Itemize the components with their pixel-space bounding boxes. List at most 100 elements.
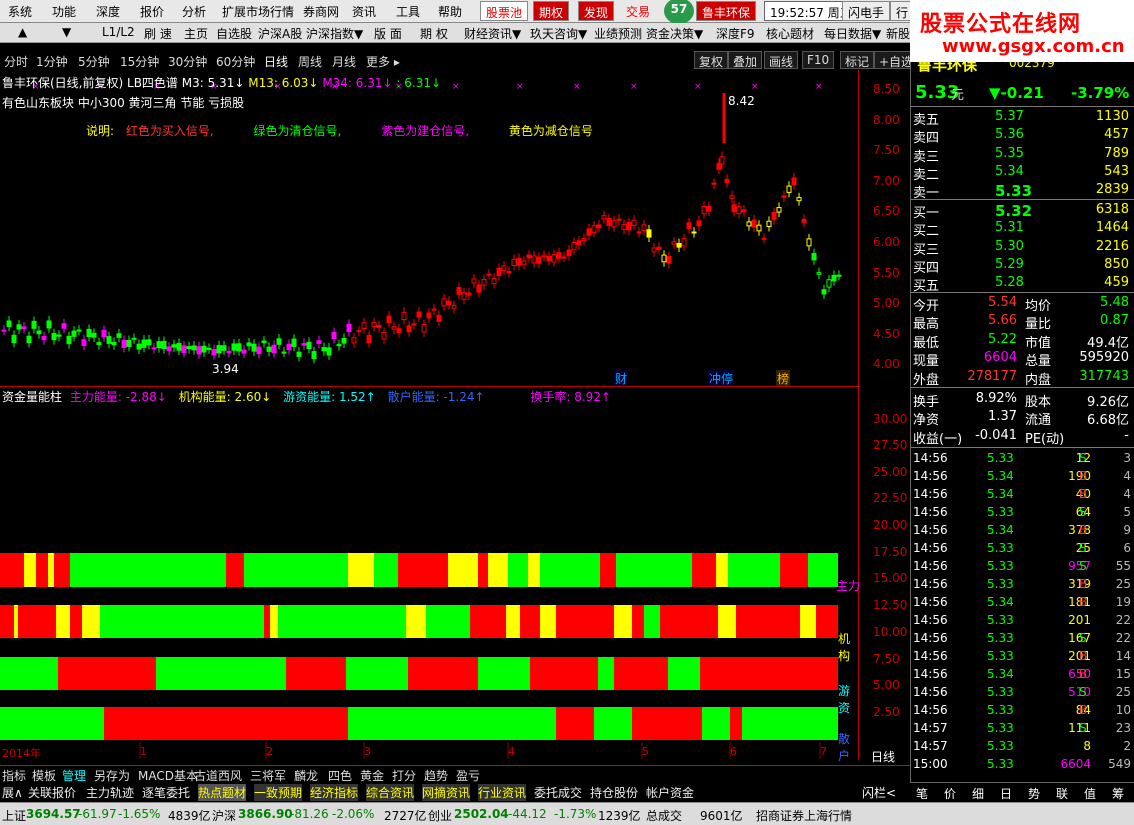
menu-analysis[interactable]: 分析 xyxy=(182,3,206,20)
current-stock-tag[interactable]: 鲁丰环保 xyxy=(696,1,757,21)
tab-hot-theme[interactable]: 热点题材 xyxy=(198,784,247,801)
tab-main-track[interactable]: 主力轨迹 xyxy=(86,784,134,801)
tab-account-funds[interactable]: 帐户资金 xyxy=(646,784,694,801)
kline-chart[interactable]: × × × × × × × × × × × × × × 鲁丰环保(日线,前复权) LB四色谱 M3: 5.… xyxy=(0,70,860,387)
tab-industry-news[interactable]: 行业资讯 xyxy=(478,784,527,801)
core-theme-button[interactable]: 核心题材 xyxy=(766,25,814,42)
level-toggle[interactable]: L1/L2 xyxy=(102,25,135,39)
tab-expand[interactable]: 展∧ xyxy=(2,784,23,801)
home-button[interactable]: 主页 xyxy=(184,25,208,42)
tick-price: 5.34 xyxy=(987,487,1014,501)
menu-tools[interactable]: 工具 xyxy=(396,3,420,20)
scroll-down-button[interactable]: ▼ xyxy=(62,25,71,39)
candle-body xyxy=(511,258,517,267)
tab-15min[interactable]: 15分钟 xyxy=(120,53,159,70)
tab-more[interactable]: 更多 ▸ xyxy=(366,53,400,70)
jiutian-button[interactable]: 玖天咨询▼ xyxy=(530,25,587,42)
tab-chips[interactable]: 筹 xyxy=(1112,785,1124,802)
indicator-tabs: 指标 模板 管理 另存为 MACD基本 古道西风 三将军 麟龙 四色 黄金 打分… xyxy=(0,765,910,783)
tab-gold[interactable]: 黄金 xyxy=(360,767,384,784)
earnings-forecast-button[interactable]: 业绩预测 xyxy=(594,25,642,42)
tab-weekly[interactable]: 周线 xyxy=(298,53,322,70)
tab-ticks[interactable]: 笔 xyxy=(916,785,928,802)
menu-quote[interactable]: 报价 xyxy=(140,3,164,20)
a-shares-button[interactable]: 沪深A股 xyxy=(258,25,302,42)
tab-link[interactable]: 联 xyxy=(1056,785,1068,802)
tab-four-color[interactable]: 四色 xyxy=(328,767,352,784)
price-tick: 7.00 xyxy=(873,174,900,188)
overlay-button[interactable]: 叠加 xyxy=(728,51,763,69)
tab-economic[interactable]: 经济指标 xyxy=(310,784,359,801)
stock-pool-button[interactable]: 股票池 xyxy=(480,1,529,21)
layout-button[interactable]: 版 面 xyxy=(374,25,402,42)
tab-templates[interactable]: 模板 xyxy=(32,767,56,784)
tab-indicators[interactable]: 指标 xyxy=(2,767,26,784)
tab-gudao[interactable]: 古道西风 xyxy=(194,767,242,784)
flash-bar-toggle[interactable]: 闪栏< xyxy=(862,784,896,801)
fund-energy-panel[interactable]: 资金量能柱 主力能量: -2.88↓ 机构能量: 2.60↓ 游资能量: 1.5… xyxy=(0,386,860,763)
f10-button[interactable]: F10 xyxy=(802,51,835,69)
daily-data-button[interactable]: 每日数据▼ xyxy=(824,25,881,42)
tab-composite-news[interactable]: 综合资讯 xyxy=(366,784,415,801)
tick-count: 23 xyxy=(1115,721,1131,735)
tab-sanjiang[interactable]: 三将军 xyxy=(250,767,286,784)
menu-help[interactable]: 帮助 xyxy=(438,3,462,20)
scroll-up-button[interactable]: ▲ xyxy=(18,25,27,39)
tab-5min[interactable]: 5分钟 xyxy=(78,53,110,70)
draw-button[interactable]: 画线 xyxy=(764,51,799,69)
stat-label: 均价 xyxy=(1025,299,1052,314)
speed-button[interactable]: 刷 速 xyxy=(144,25,172,42)
menu-system[interactable]: 系统 xyxy=(8,3,32,20)
menu-info[interactable]: 资讯 xyxy=(352,3,376,20)
mark-button[interactable]: 标记 xyxy=(840,51,875,69)
tab-detail[interactable]: 细 xyxy=(972,785,984,802)
tab-consensus[interactable]: 一致预期 xyxy=(254,784,303,801)
menu-function[interactable]: 功能 xyxy=(52,3,76,20)
menu-broker-net[interactable]: 券商网 xyxy=(303,3,339,20)
energy-segment xyxy=(374,553,398,587)
tab-60min[interactable]: 60分钟 xyxy=(216,53,255,70)
menu-extended-market[interactable]: 扩展市场行情 xyxy=(222,3,294,20)
trade-link[interactable]: 交易 xyxy=(626,3,650,20)
tab-monthly[interactable]: 月线 xyxy=(332,53,356,70)
event-rank-tag[interactable]: 榜 xyxy=(776,370,791,387)
tab-30min[interactable]: 30分钟 xyxy=(168,53,207,70)
tab-save-as[interactable]: 另存为 xyxy=(94,767,130,784)
new-stock-button[interactable]: 新股 xyxy=(886,25,910,42)
options-button[interactable]: 期权 xyxy=(533,1,570,21)
adjust-button[interactable]: 复权 xyxy=(694,51,729,69)
tab-trend[interactable]: 趋势 xyxy=(424,767,448,784)
tab-score[interactable]: 打分 xyxy=(392,767,416,784)
tick-time: 14:56 xyxy=(913,505,948,519)
tab-1min[interactable]: 1分钟 xyxy=(36,53,68,70)
watchlist-button[interactable]: 自选股 xyxy=(216,25,252,42)
depth-f9-button[interactable]: 深度F9 xyxy=(716,25,755,42)
finance-news-button[interactable]: 财经资讯▼ xyxy=(464,25,521,42)
tab-positions[interactable]: 持仓股份 xyxy=(590,784,638,801)
fund-decision-button[interactable]: 资金决策▼ xyxy=(646,25,703,42)
tab-digest-news[interactable]: 网摘资讯 xyxy=(422,784,471,801)
tab-intraday[interactable]: 分时 xyxy=(4,53,28,70)
tab-trend-small[interactable]: 势 xyxy=(1028,785,1040,802)
tab-day[interactable]: 日 xyxy=(1000,785,1012,802)
tab-value[interactable]: 值 xyxy=(1084,785,1096,802)
m13-value: M13: 6.03↓ xyxy=(248,76,319,90)
discover-button[interactable]: 发现 xyxy=(578,1,615,21)
site-watermark: 股票公式在线网 www.gsgx.com.cn xyxy=(910,0,1134,62)
event-finance-tag[interactable]: 财 xyxy=(614,370,629,387)
flash-button[interactable]: 闪电手 xyxy=(842,1,891,21)
tab-related-quote[interactable]: 关联报价 xyxy=(28,784,76,801)
candle-body xyxy=(161,340,167,350)
tab-daily[interactable]: 日线 xyxy=(264,53,288,70)
event-limit-tag[interactable]: 冲停 xyxy=(708,370,735,387)
options-tab[interactable]: 期 权 xyxy=(420,25,448,42)
tab-linlong[interactable]: 麟龙 xyxy=(294,767,318,784)
tab-manage[interactable]: 管理 xyxy=(62,767,86,784)
tab-orders-filled[interactable]: 委托成交 xyxy=(534,784,582,801)
indices-button[interactable]: 沪深指数▼ xyxy=(306,25,363,42)
tab-order-detail[interactable]: 逐笔委托 xyxy=(142,784,190,801)
tab-pnl[interactable]: 盈亏 xyxy=(456,767,480,784)
tab-macd[interactable]: MACD基本 xyxy=(138,767,198,784)
menu-depth[interactable]: 深度 xyxy=(96,3,120,20)
tab-price[interactable]: 价 xyxy=(944,785,956,802)
